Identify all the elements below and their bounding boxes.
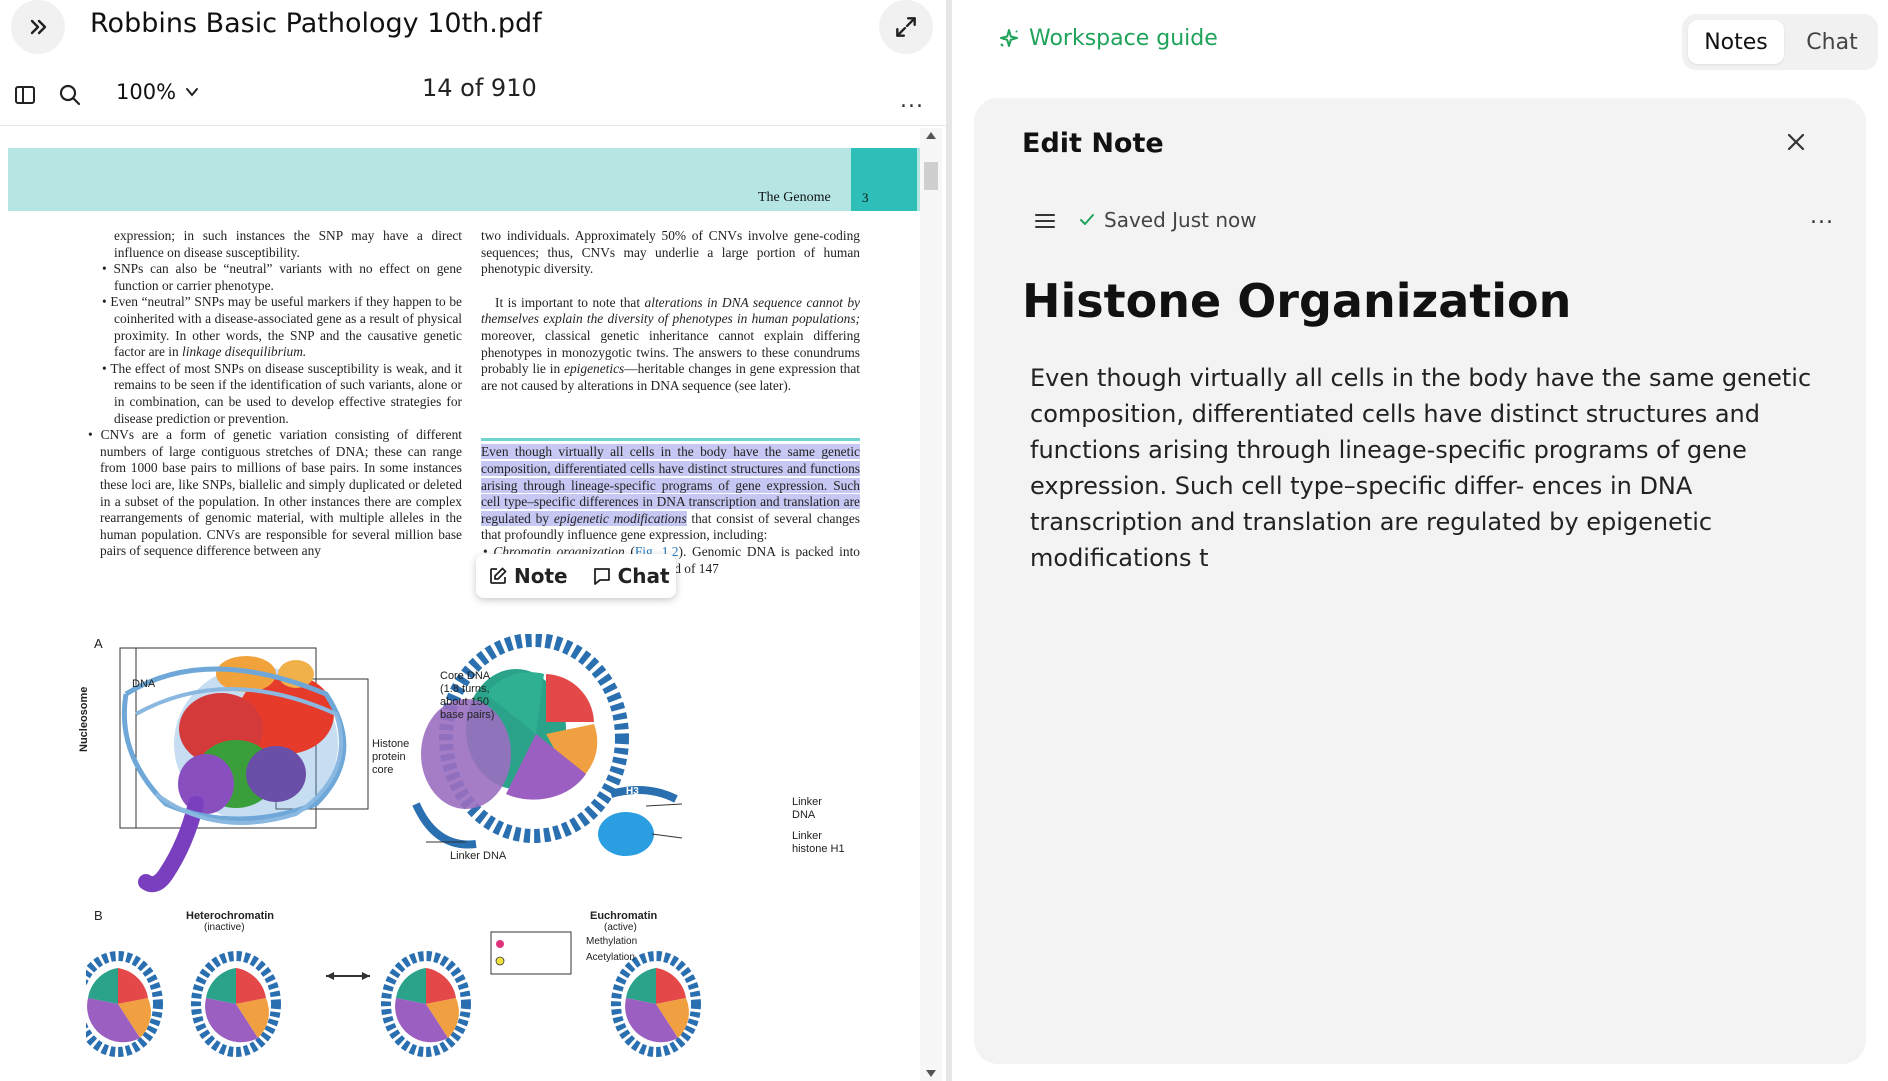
pdf-more-button[interactable]: ... — [900, 88, 924, 113]
euchromatin-state: (active) — [604, 922, 637, 933]
fullscreen-button[interactable] — [879, 0, 933, 54]
note-more-button[interactable]: ... — [1810, 204, 1834, 229]
figure-panel-label: B — [94, 908, 103, 923]
histone-label: H3 — [626, 786, 639, 797]
tab-notes[interactable]: Notes — [1688, 20, 1784, 64]
pdf-viewer: Robbins Basic Pathology 10th.pdf 100% 14… — [0, 0, 950, 1081]
figure-nucleosome: A B Nucleosome DNA Histone protein core … — [73, 633, 866, 1081]
page-number: 3 — [862, 190, 869, 205]
bullet-item: • SNPs can also be “neutral” variants wi… — [102, 261, 462, 293]
selection-popover: Note Chat — [476, 554, 676, 598]
linker-dna-label: Linker DNA — [792, 796, 822, 821]
paragraph: It is important to note that alterations… — [481, 294, 860, 393]
scroll-thumb[interactable] — [924, 162, 938, 190]
tab-chat[interactable]: Chat — [1792, 20, 1872, 64]
document-title: Robbins Basic Pathology 10th.pdf — [90, 8, 542, 39]
workspace-guide-label: Workspace guide — [1029, 26, 1218, 51]
expand-icon — [896, 17, 916, 37]
chevrons-right-icon — [30, 19, 47, 35]
legend-methylation: Methylation — [586, 936, 638, 947]
histone-label: H1 — [730, 832, 743, 843]
legend-acetylation: Acetylation — [586, 952, 635, 963]
histone-core-label: Histone protein core — [372, 738, 410, 776]
chromatin-nucleosome — [73, 951, 163, 1057]
highlighted-paragraph[interactable]: Even though virtually all cells in the b… — [481, 444, 860, 544]
histone-label: H4 — [598, 732, 611, 743]
sparkle-icon — [1000, 28, 1018, 47]
nucleosome-label: Nucleosome — [78, 686, 90, 752]
ask-chat-button[interactable]: Chat — [580, 554, 682, 598]
paragraph: expression; in such instances the SNP ma… — [114, 228, 462, 260]
chromatin-nucleosome — [381, 951, 471, 1057]
selection-underline — [481, 438, 860, 442]
workspace-guide-link[interactable]: Workspace guide — [997, 26, 1218, 51]
note-heading[interactable]: Histone Organization — [1022, 274, 1571, 328]
notes-panel: Workspace guide Notes Chat Edit Note Sav… — [952, 0, 1888, 1081]
left-text-column: expression; in such instances the SNP ma… — [86, 228, 462, 560]
zoom-value: 100% — [116, 80, 177, 104]
page-indicator[interactable]: 14 of 910 — [422, 74, 537, 102]
dna-label: DNA — [132, 678, 156, 690]
note-edit-icon — [490, 567, 507, 584]
edit-note-card: Edit Note Saved Just now ... Histone Org… — [974, 98, 1866, 1064]
core-dna-label: Core DNA (1.8 turns, about 150 base pair… — [440, 670, 495, 721]
heterochromatin-state: (inactive) — [204, 922, 245, 933]
close-icon — [1787, 133, 1805, 151]
scroll-down-arrow[interactable] — [926, 1070, 936, 1077]
search-icon[interactable] — [58, 83, 82, 111]
bullet-item: • The effect of most SNPs on disease sus… — [102, 360, 462, 426]
euchromatin-label: Euchromatin — [590, 910, 658, 922]
save-status: Saved Just now — [1078, 208, 1257, 232]
running-head: The Genome — [758, 190, 831, 205]
check-icon — [1080, 214, 1094, 225]
note-body-editor[interactable]: Even though virtually all cells in the b… — [1030, 360, 1830, 576]
linker-histone-label: Linker histone H1 — [792, 830, 845, 855]
sidebar-toggle-icon[interactable] — [14, 84, 36, 110]
figure-panel-label: A — [94, 636, 103, 651]
close-button[interactable] — [1784, 130, 1808, 158]
view-toggle: Notes Chat — [1682, 14, 1878, 70]
save-status-text: Saved Just now — [1104, 208, 1257, 232]
scroll-up-arrow[interactable] — [926, 132, 936, 139]
chat-bubble-icon — [593, 568, 610, 585]
bullet-item: • Even “neutral” SNPs may be useful mark… — [102, 294, 462, 360]
chromatin-nucleosome — [191, 951, 281, 1057]
linker-dna-label: Linker DNA — [450, 850, 507, 862]
add-note-button[interactable]: Note — [476, 554, 580, 598]
heterochromatin-label: Heterochromatin — [186, 910, 275, 922]
histone-label: H2A — [658, 706, 679, 717]
bullet-item: • CNVs are a form of genetic variation c… — [88, 427, 462, 559]
chromatin-nucleosome — [611, 951, 701, 1057]
pdf-toolbar: 100% 14 of 910 ... — [0, 70, 950, 120]
pdf-scrollbar[interactable] — [920, 128, 942, 1081]
hamburger-icon[interactable] — [1034, 212, 1056, 234]
page-header-accent — [851, 148, 917, 211]
edit-note-title: Edit Note — [1022, 128, 1164, 159]
right-text-column: two individuals. Approximately 50% of CN… — [481, 228, 860, 577]
paragraph: two individuals. Approximately 50% of CN… — [481, 228, 860, 277]
zoom-select[interactable]: 100% — [116, 80, 200, 104]
chevron-down-icon — [186, 88, 199, 97]
expand-sidebar-button[interactable] — [11, 0, 65, 54]
pdf-header: Robbins Basic Pathology 10th.pdf 100% 14… — [0, 0, 950, 126]
histone-label: H2B — [676, 756, 697, 767]
pdf-page: The Genome 3 expression; in such instanc… — [8, 148, 920, 1081]
